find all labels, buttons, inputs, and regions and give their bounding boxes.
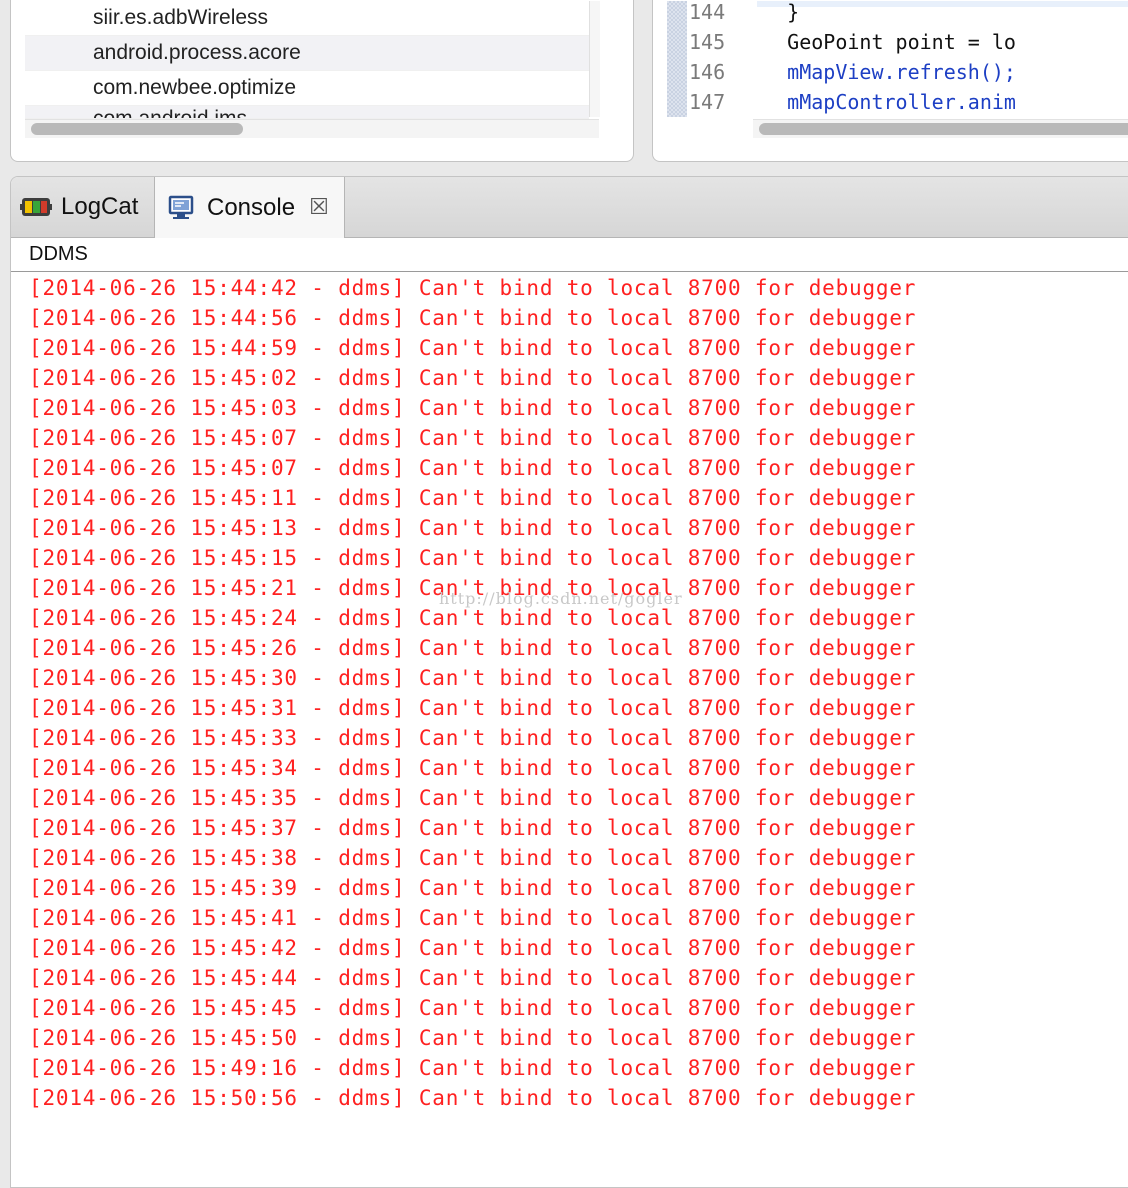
- code-line: 146 mMapView.refresh();: [689, 57, 1016, 87]
- editor-gutter: [667, 1, 687, 117]
- log-line: [2014-06-26 15:45:11 - ddms] Can't bind …: [29, 486, 917, 510]
- console-output[interactable]: [2014-06-26 15:44:42 - ddms] Can't bind …: [29, 273, 916, 1113]
- device-row[interactable]: android.process.acore: [25, 36, 589, 71]
- log-line: [2014-06-26 15:45:34 - ddms] Can't bind …: [29, 756, 917, 780]
- devices-panel: siir.es.adbWireless android.process.acor…: [10, 0, 634, 162]
- log-line: [2014-06-26 15:45:50 - ddms] Can't bind …: [29, 1026, 917, 1050]
- code-line: 145 GeoPoint point = lo: [689, 27, 1016, 57]
- log-line: [2014-06-26 15:45:13 - ddms] Can't bind …: [29, 516, 917, 540]
- console-title: DDMS: [29, 243, 88, 265]
- horizontal-scrollbar[interactable]: [25, 119, 599, 138]
- log-line: [2014-06-26 15:45:30 - ddms] Can't bind …: [29, 666, 917, 690]
- line-number: 145: [689, 30, 726, 54]
- horizontal-scrollbar[interactable]: [753, 119, 1128, 138]
- log-line: [2014-06-26 15:45:41 - ddms] Can't bind …: [29, 906, 917, 930]
- log-line: [2014-06-26 15:44:59 - ddms] Can't bind …: [29, 336, 917, 360]
- tab-label: LogCat: [61, 193, 139, 220]
- log-line: [2014-06-26 15:45:07 - ddms] Can't bind …: [29, 456, 917, 480]
- view-tab-bar: LogCat Console ☒: [11, 177, 1128, 238]
- device-row[interactable]: siir.es.adbWireless: [25, 1, 589, 36]
- device-name: siir.es.adbWireless: [93, 6, 269, 29]
- log-line: [2014-06-26 15:44:42 - ddms] Can't bind …: [29, 276, 917, 300]
- log-line: [2014-06-26 15:45:39 - ddms] Can't bind …: [29, 876, 917, 900]
- line-number: 146: [689, 60, 726, 84]
- log-line: [2014-06-26 15:45:03 - ddms] Can't bind …: [29, 396, 917, 420]
- line-number: 144: [689, 1, 726, 24]
- tab-console[interactable]: Console ☒: [154, 177, 345, 238]
- close-icon[interactable]: ☒: [309, 196, 329, 219]
- device-list: siir.es.adbWireless android.process.acor…: [25, 1, 589, 119]
- code-line: 144 }: [689, 1, 799, 27]
- code-text: }: [739, 1, 800, 24]
- log-line: [2014-06-26 15:45:31 - ddms] Can't bind …: [29, 696, 917, 720]
- scrollbar-thumb[interactable]: [31, 123, 243, 135]
- log-line: [2014-06-26 15:49:16 - ddms] Can't bind …: [29, 1056, 917, 1080]
- logcat-icon: [19, 194, 53, 220]
- line-number: 147: [689, 90, 726, 114]
- device-row[interactable]: com.android.ims: [25, 106, 589, 119]
- log-line: [2014-06-26 15:45:15 - ddms] Can't bind …: [29, 546, 917, 570]
- log-line: [2014-06-26 15:45:07 - ddms] Can't bind …: [29, 426, 917, 450]
- vertical-scrollbar[interactable]: [589, 1, 600, 117]
- log-line: [2014-06-26 15:45:21 - ddms] Can't bind …: [29, 576, 917, 600]
- scrollbar-thumb[interactable]: [759, 123, 1128, 135]
- tab-label: Console: [207, 193, 296, 221]
- log-line: [2014-06-26 15:45:45 - ddms] Can't bind …: [29, 996, 917, 1020]
- code-text: mMapView.refresh();: [739, 60, 1016, 84]
- log-line: [2014-06-26 15:45:37 - ddms] Can't bind …: [29, 816, 917, 840]
- log-line: [2014-06-26 15:45:26 - ddms] Can't bind …: [29, 636, 917, 660]
- device-name: com.newbee.optimize: [93, 76, 297, 99]
- log-line: [2014-06-26 15:45:44 - ddms] Can't bind …: [29, 966, 917, 990]
- divider: [11, 271, 1128, 272]
- code-line: 147 mMapController.anim: [689, 87, 1016, 117]
- device-row[interactable]: com.newbee.optimize: [25, 71, 589, 106]
- device-name: android.process.acore: [93, 41, 301, 64]
- console-panel: LogCat Console ☒ DDMS [2014-06-26 15:44:…: [10, 176, 1128, 1188]
- log-line: [2014-06-26 15:45:35 - ddms] Can't bind …: [29, 786, 917, 810]
- log-line: [2014-06-26 15:45:38 - ddms] Can't bind …: [29, 846, 917, 870]
- log-line: [2014-06-26 15:44:56 - ddms] Can't bind …: [29, 306, 917, 330]
- log-line: [2014-06-26 15:50:56 - ddms] Can't bind …: [29, 1086, 917, 1110]
- line-highlight: [757, 1, 1128, 7]
- log-line: [2014-06-26 15:45:42 - ddms] Can't bind …: [29, 936, 917, 960]
- console-icon: [165, 195, 199, 221]
- code-text: mMapController.anim: [739, 90, 1016, 114]
- code-area[interactable]: 144 } 145 GeoPoint point = lo 146 mMapVi…: [689, 1, 1128, 117]
- code-text: GeoPoint point = lo: [739, 30, 1016, 54]
- tab-logcat[interactable]: LogCat: [11, 177, 154, 237]
- code-editor-panel: 144 } 145 GeoPoint point = lo 146 mMapVi…: [652, 0, 1128, 162]
- log-line: [2014-06-26 15:45:24 - ddms] Can't bind …: [29, 606, 917, 630]
- log-line: [2014-06-26 15:45:33 - ddms] Can't bind …: [29, 726, 917, 750]
- log-line: [2014-06-26 15:45:02 - ddms] Can't bind …: [29, 366, 917, 390]
- device-name: com.android.ims: [93, 107, 248, 119]
